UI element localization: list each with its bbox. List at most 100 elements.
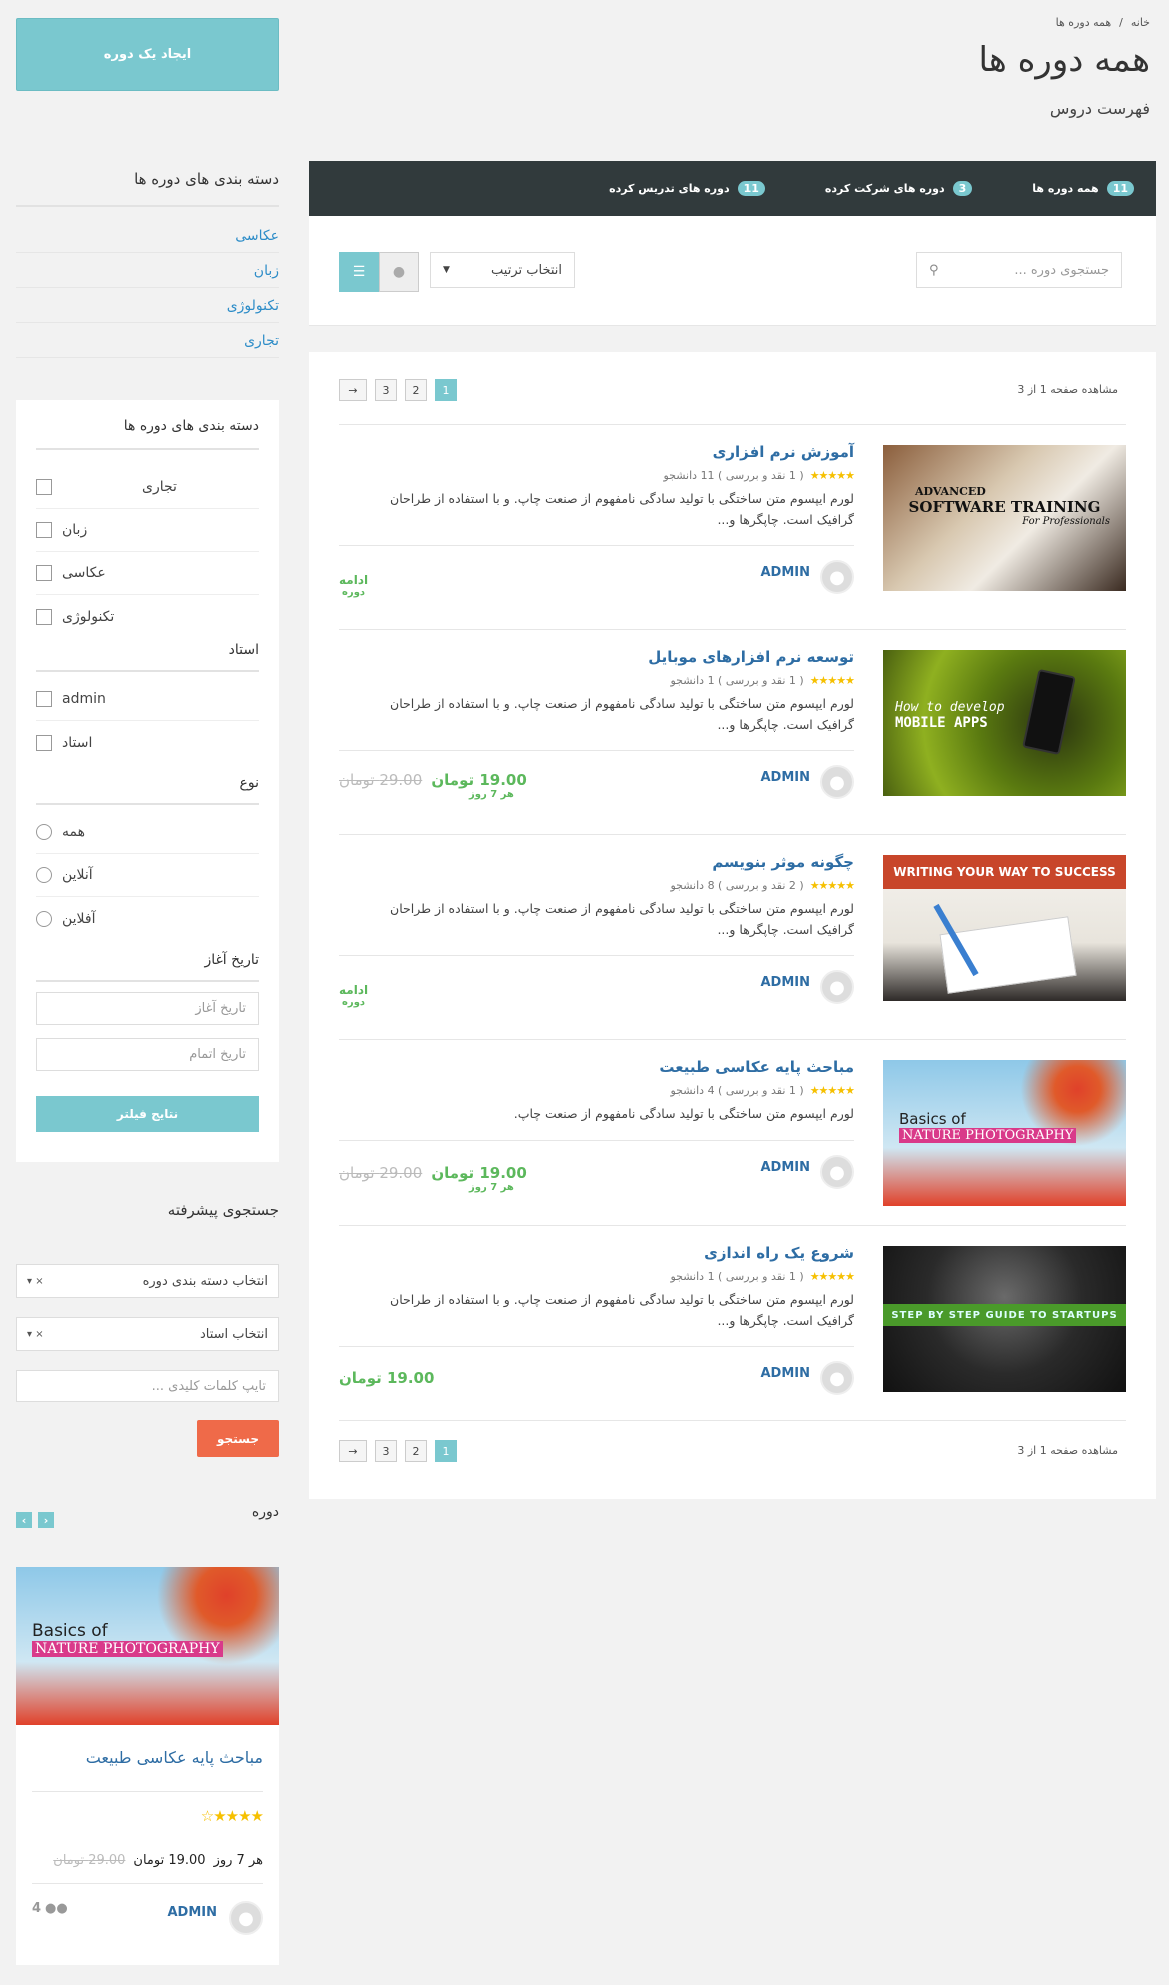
- start-date-input[interactable]: تاریخ آغاز: [36, 992, 259, 1025]
- category-select[interactable]: انتخاب دسته بندی دوره × ▾: [16, 1264, 279, 1298]
- course-price: 19.00 تومان 29.00 تومان هر 7 روز: [339, 1163, 527, 1193]
- search-icon[interactable]: ⚲: [929, 263, 939, 278]
- instructor-option[interactable]: استاد: [36, 721, 259, 764]
- radio-button[interactable]: [36, 910, 52, 927]
- sort-select[interactable]: انتخاب ترتیب ▼: [430, 252, 575, 288]
- rating-stars-icon: ★★★★★: [809, 879, 855, 892]
- course-title-link[interactable]: آموزش نرم افزاری: [713, 443, 854, 461]
- instructor-option[interactable]: admin: [36, 678, 259, 721]
- course-thumbnail[interactable]: How to develop MOBILE APPS: [883, 650, 1126, 796]
- end-date-input[interactable]: تاریخ اتمام: [36, 1038, 259, 1071]
- list-view-button[interactable]: ☰: [339, 252, 379, 292]
- course-thumbnail[interactable]: ADVANCED SOFTWARE TRAINING For Professio…: [883, 445, 1126, 591]
- carousel-prev-icon[interactable]: ‹: [16, 1512, 32, 1528]
- type-option[interactable]: آنلاین: [36, 854, 259, 897]
- divider: [32, 1883, 263, 1884]
- option-label: آفلاین: [62, 910, 96, 927]
- course-title-link[interactable]: چگونه موثر بنویسم: [712, 853, 854, 871]
- checkbox[interactable]: [36, 608, 52, 625]
- page-2-button[interactable]: 2: [405, 1440, 427, 1462]
- checkbox[interactable]: [36, 479, 52, 495]
- option-label: عکاسی: [62, 565, 106, 581]
- price-old: 29.00 تومان: [53, 1853, 126, 1868]
- tab-enrolled-courses[interactable]: 3 دوره های شرکت کرده: [824, 181, 973, 196]
- filter-category-option[interactable]: تکنولوژی: [36, 595, 259, 638]
- filter-panel: دسته بندی های دوره ها تجاری زبان عکاسی ت…: [16, 400, 279, 1162]
- instructor-select[interactable]: انتخاب استاد × ▾: [16, 1317, 279, 1351]
- course-description: لورم ایپسوم متن ساختگی با تولید سادگی نا…: [390, 491, 854, 527]
- category-link[interactable]: زبان: [16, 263, 279, 288]
- course-card-author[interactable]: ● ADMIN: [167, 1901, 263, 1935]
- breadcrumb-home[interactable]: خانه: [1131, 16, 1150, 29]
- radio-button[interactable]: [36, 824, 52, 840]
- page-3-button[interactable]: 3: [375, 1440, 397, 1462]
- keywords-input[interactable]: تایپ کلمات کلیدی ...: [16, 1370, 279, 1402]
- course-search-input[interactable]: جستجوی دوره ... ⚲: [916, 252, 1122, 288]
- tab-all-courses[interactable]: 11 همه دوره ها: [1032, 181, 1134, 196]
- checkbox[interactable]: [36, 734, 52, 751]
- course-author[interactable]: ● ADMIN: [760, 970, 854, 1004]
- course-author[interactable]: ● ADMIN: [760, 560, 854, 594]
- course-item: STEP BY STEP GUIDE TO STARTUPS شروع یک ر…: [339, 1225, 1126, 1430]
- course-title-link[interactable]: مباحث پایه عکاسی طبیعت: [659, 1058, 854, 1076]
- author-name[interactable]: ADMIN: [760, 1366, 810, 1381]
- type-option[interactable]: همه: [36, 811, 259, 854]
- course-title-link[interactable]: توسعه نرم افزارهای موبایل: [648, 648, 854, 666]
- clear-caret-icon[interactable]: × ▾: [27, 1329, 44, 1340]
- course-card-title[interactable]: مباحث پایه عکاسی طبیعت: [86, 1748, 263, 1767]
- author-name[interactable]: ADMIN: [760, 1160, 810, 1175]
- divider: [36, 803, 259, 805]
- search-button[interactable]: جستجو: [197, 1420, 279, 1457]
- course-thumbnail[interactable]: STEP BY STEP GUIDE TO STARTUPS: [883, 1246, 1126, 1392]
- tab-count-badge: 11: [1106, 181, 1134, 196]
- read-more-link[interactable]: ادامه دوره: [339, 983, 368, 1008]
- filter-results-button[interactable]: نتایج فیلتر: [36, 1096, 259, 1132]
- course-thumbnail[interactable]: WRITING YOUR WAY TO SUCCESS: [883, 855, 1126, 1001]
- page-1-button[interactable]: 1: [435, 1440, 457, 1462]
- clear-caret-icon[interactable]: × ▾: [27, 1276, 44, 1287]
- radio-button[interactable]: [36, 867, 52, 883]
- course-meta-text: ( 1 نقد و بررسی ) 1 دانشجو: [670, 1270, 804, 1283]
- create-course-button[interactable]: ایجاد یک دوره: [16, 18, 279, 91]
- author-name[interactable]: ADMIN: [760, 770, 810, 785]
- course-author[interactable]: ● ADMIN: [760, 765, 854, 799]
- filter-category-option[interactable]: زبان: [36, 509, 259, 552]
- pagination-next-button[interactable]: →: [339, 379, 367, 401]
- type-option[interactable]: آفلاین: [36, 897, 259, 940]
- checkbox[interactable]: [36, 522, 52, 538]
- author-name[interactable]: ADMIN: [760, 565, 810, 580]
- category-link[interactable]: تجاری: [16, 333, 279, 358]
- tab-count-badge: 3: [952, 181, 973, 196]
- author-name[interactable]: ADMIN: [167, 1905, 217, 1920]
- thumb-line: WRITING YOUR WAY TO SUCCESS: [883, 855, 1126, 889]
- filter-category-option[interactable]: تجاری: [36, 466, 259, 509]
- read-more-label: ادامه: [339, 983, 369, 997]
- tab-teaching-courses[interactable]: 11 دوره های تدریس کرده: [609, 181, 765, 196]
- course-author[interactable]: ● ADMIN: [760, 1361, 854, 1395]
- option-label: تکنولوژی: [62, 608, 115, 625]
- option-label: admin: [62, 691, 106, 707]
- carousel-next-icon[interactable]: ›: [38, 1512, 54, 1528]
- category-link[interactable]: عکاسی: [16, 228, 279, 253]
- tab-label: دوره های شرکت کرده: [824, 182, 945, 195]
- course-thumbnail[interactable]: Basics of NATURE PHOTOGRAPHY: [883, 1060, 1126, 1206]
- read-more-link[interactable]: ادامه دوره: [339, 573, 368, 598]
- course-card-price: هر 7 روز 19.00 تومان 29.00 تومان: [53, 1853, 263, 1868]
- checkbox[interactable]: [36, 565, 52, 581]
- price-current: 19.00 تومان: [133, 1853, 206, 1868]
- category-link[interactable]: تکنولوژی: [16, 298, 279, 323]
- page-3-button[interactable]: 3: [375, 379, 397, 401]
- option-label: زبان: [62, 522, 88, 538]
- checkbox[interactable]: [36, 691, 52, 707]
- page-2-button[interactable]: 2: [405, 379, 427, 401]
- page-1-button[interactable]: 1: [435, 379, 457, 401]
- caret-down-icon: ▼: [443, 265, 450, 275]
- map-view-button[interactable]: ●: [379, 252, 419, 292]
- course-card-thumbnail[interactable]: Basics of NATURE PHOTOGRAPHY: [16, 1567, 279, 1725]
- course-author[interactable]: ● ADMIN: [760, 1155, 854, 1189]
- filter-category-option[interactable]: عکاسی: [36, 552, 259, 595]
- course-card: Basics of NATURE PHOTOGRAPHY مباحث پایه …: [16, 1567, 279, 1965]
- pagination-next-button[interactable]: →: [339, 1440, 367, 1462]
- author-name[interactable]: ADMIN: [760, 975, 810, 990]
- course-title-link[interactable]: شروع یک راه اندازی: [704, 1244, 854, 1262]
